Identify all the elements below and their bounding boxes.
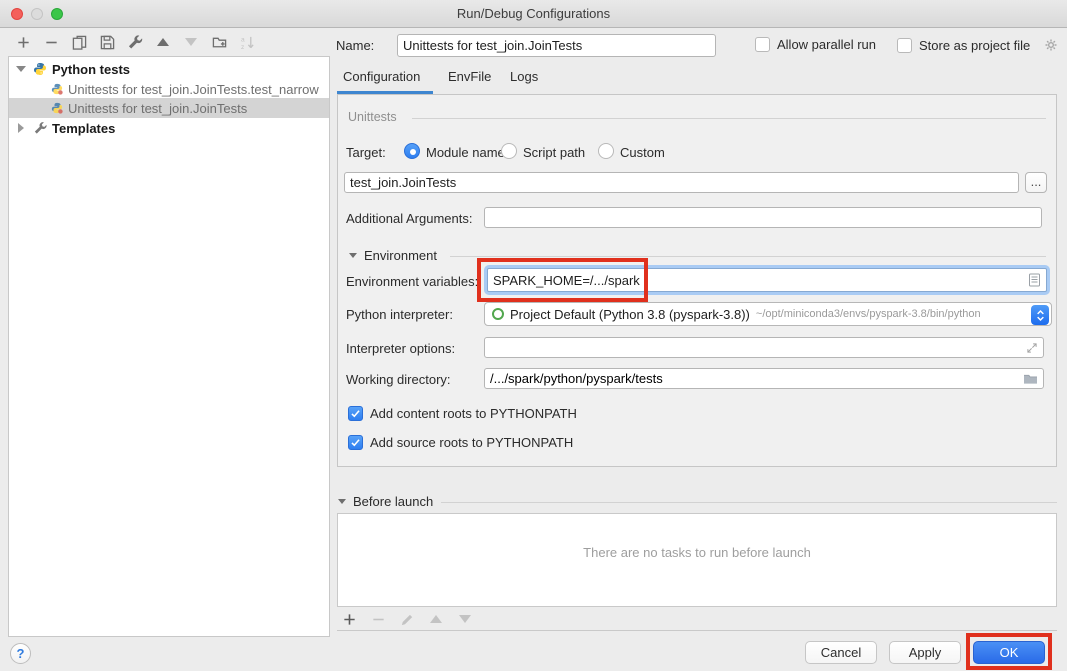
svg-text:z: z [240, 44, 243, 50]
apply-button[interactable]: Apply [889, 641, 961, 664]
radio-custom-label: Custom [620, 145, 665, 160]
store-as-project-file-checkbox[interactable]: Store as project file [897, 37, 1059, 53]
environment-variables-input[interactable] [488, 269, 1046, 291]
environment-section-label: Environment [364, 248, 437, 263]
interpreter-env-icon [492, 308, 504, 320]
expand-icon[interactable] [1026, 342, 1038, 354]
additional-arguments-input[interactable] [484, 207, 1042, 228]
cancel-button[interactable]: Cancel [805, 641, 877, 664]
environment-divider [450, 256, 1046, 257]
footer-divider [337, 630, 1057, 631]
browse-button[interactable]: ... [1025, 172, 1047, 193]
checkbox-checked-icon[interactable] [348, 406, 363, 421]
gear-icon[interactable] [1043, 37, 1059, 53]
configuration-form-panel: Unittests Target: Module name Script pat… [337, 94, 1057, 467]
python-interpreter-label: Python interpreter: [346, 307, 453, 322]
before-launch-divider [441, 502, 1057, 503]
interpreter-options-field [484, 337, 1044, 358]
additional-arguments-label: Additional Arguments: [346, 211, 472, 226]
target-input[interactable] [344, 172, 1019, 193]
before-launch-collapse-icon[interactable] [338, 499, 346, 504]
tree-item-label: Unittests for test_join.JoinTests.test_n… [68, 82, 319, 97]
working-directory-field [484, 368, 1044, 389]
configurations-toolbar: az [15, 33, 255, 51]
tree-item-templates[interactable]: Templates [9, 118, 329, 138]
tree-item-label: Unittests for test_join.JoinTests [68, 101, 247, 116]
tree-item-label: Templates [52, 121, 115, 136]
add-source-roots-label: Add source roots to PYTHONPATH [370, 435, 573, 450]
radio-script-path[interactable] [501, 143, 517, 159]
tree-item-unittests-jointests-selected[interactable]: Unittests for test_join.JoinTests [9, 98, 329, 118]
radio-module-name-label: Module name [426, 145, 505, 160]
store-as-project-file-label: Store as project file [919, 38, 1030, 53]
move-down-icon[interactable] [457, 611, 473, 627]
python-test-config-icon [51, 83, 63, 95]
environment-variables-label: Environment variables: [346, 274, 478, 289]
new-folder-icon[interactable] [211, 34, 227, 50]
edit-pencil-icon[interactable] [399, 611, 415, 627]
add-content-roots-checkbox[interactable]: Add content roots to PYTHONPATH [348, 406, 577, 421]
tab-envfile[interactable]: EnvFile [448, 69, 491, 91]
tab-configuration[interactable]: Configuration [343, 69, 420, 91]
sort-alphabetically-icon[interactable]: az [239, 34, 255, 50]
working-directory-input[interactable] [490, 371, 1038, 386]
copy-icon[interactable] [71, 34, 87, 50]
configurations-tree: Python tests Unittests for test_join.Joi… [8, 56, 330, 637]
group-divider [412, 118, 1046, 119]
add-content-roots-label: Add content roots to PYTHONPATH [370, 406, 577, 421]
chevron-down-icon[interactable] [15, 66, 27, 72]
allow-parallel-run-label: Allow parallel run [777, 37, 876, 52]
working-directory-label: Working directory: [346, 372, 451, 387]
unittests-group-title: Unittests [348, 110, 397, 124]
radio-custom[interactable] [598, 143, 614, 159]
move-up-icon[interactable] [428, 611, 444, 627]
interpreter-options-label: Interpreter options: [346, 341, 455, 356]
svg-text:a: a [240, 36, 244, 43]
edit-templates-wrench-icon[interactable] [127, 34, 143, 50]
before-launch-toolbar [341, 611, 473, 627]
before-launch-empty-message: There are no tasks to run before launch [583, 545, 811, 576]
dropdown-spinner-icon[interactable] [1031, 305, 1049, 325]
tree-item-unittests-test-narrow[interactable]: Unittests for test_join.JoinTests.test_n… [9, 79, 329, 99]
allow-parallel-run-checkbox[interactable]: Allow parallel run [755, 37, 876, 52]
tree-item-python-tests[interactable]: Python tests [9, 59, 329, 79]
run-debug-configurations-dialog: Run/Debug Configurations az Python tests [0, 0, 1067, 671]
radio-script-path-label: Script path [523, 145, 585, 160]
move-up-icon[interactable] [155, 34, 171, 50]
environment-section-collapse-icon[interactable] [349, 253, 357, 258]
python-test-config-icon [51, 102, 63, 114]
python-interpreter-path: ~/opt/miniconda3/envs/pyspark-3.8/bin/py… [756, 308, 981, 320]
titlebar: Run/Debug Configurations [0, 0, 1067, 28]
add-source-roots-checkbox[interactable]: Add source roots to PYTHONPATH [348, 435, 573, 450]
checkbox-icon[interactable] [897, 38, 912, 53]
interpreter-options-input[interactable] [490, 340, 1038, 355]
ok-button[interactable]: OK [973, 641, 1045, 664]
env-vars-list-icon[interactable] [1028, 273, 1041, 287]
tab-logs[interactable]: Logs [510, 69, 538, 91]
python-icon [33, 62, 47, 76]
add-icon[interactable] [341, 611, 357, 627]
python-interpreter-value: Project Default (Python 3.8 (pyspark-3.8… [510, 307, 750, 322]
save-icon[interactable] [99, 34, 115, 50]
remove-icon[interactable] [43, 34, 59, 50]
environment-variables-field [484, 265, 1050, 295]
before-launch-section-label: Before launch [353, 494, 433, 509]
python-interpreter-dropdown[interactable]: Project Default (Python 3.8 (pyspark-3.8… [484, 302, 1052, 326]
tree-item-label: Python tests [52, 62, 130, 77]
move-down-icon[interactable] [183, 34, 199, 50]
chevron-right-icon[interactable] [15, 123, 27, 133]
folder-icon[interactable] [1023, 372, 1038, 385]
target-label: Target: [346, 145, 386, 160]
checkbox-icon[interactable] [755, 37, 770, 52]
remove-icon[interactable] [370, 611, 386, 627]
radio-module-name[interactable] [404, 143, 420, 159]
add-icon[interactable] [15, 34, 31, 50]
wrench-icon [34, 122, 47, 135]
window-title: Run/Debug Configurations [0, 0, 1067, 28]
help-button[interactable]: ? [10, 643, 31, 664]
name-label: Name: [336, 38, 374, 53]
before-launch-task-list: There are no tasks to run before launch [337, 513, 1057, 607]
checkbox-checked-icon[interactable] [348, 435, 363, 450]
name-input[interactable] [397, 34, 716, 57]
